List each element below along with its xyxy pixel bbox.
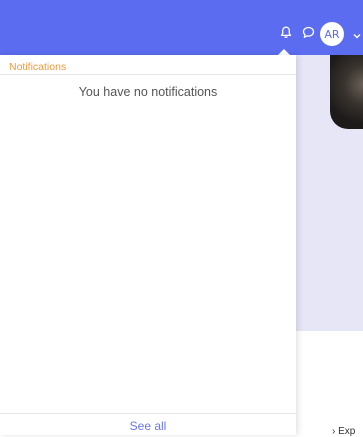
avatar-initials: AR — [324, 27, 340, 41]
explore-link[interactable]: › Exp — [332, 426, 355, 437]
user-avatar[interactable]: AR — [320, 22, 344, 46]
divider — [0, 413, 296, 414]
chevron-down-icon[interactable] — [352, 28, 362, 39]
bell-icon[interactable] — [279, 25, 293, 39]
divider — [0, 74, 296, 75]
notifications-dropdown: Notifications You have no notifications … — [0, 55, 296, 435]
see-all-link[interactable]: See all — [0, 419, 296, 433]
chat-icon[interactable] — [301, 25, 315, 39]
top-navbar: AR — [0, 0, 363, 55]
notifications-title: Notifications — [9, 61, 67, 73]
hero-image — [330, 55, 363, 129]
empty-notifications-message: You have no notifications — [78, 85, 218, 99]
